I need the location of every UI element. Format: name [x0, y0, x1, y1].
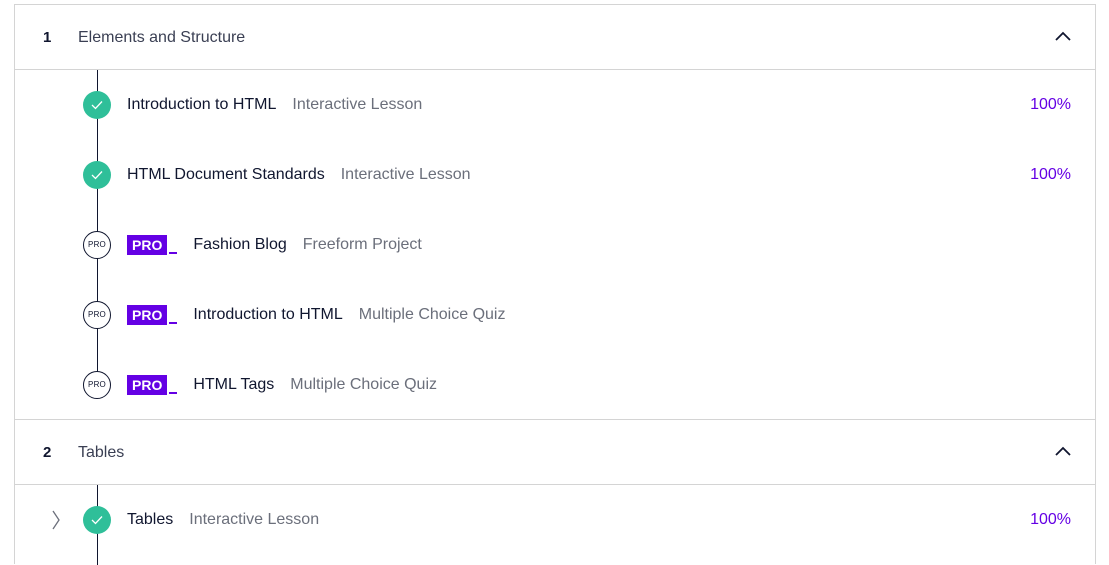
lesson-name[interactable]: Fashion Blog	[193, 236, 286, 254]
pro-badge-cursor	[169, 252, 178, 254]
lesson-name[interactable]: HTML Document Standards	[127, 166, 325, 184]
lesson-row[interactable]: PRO PRO Fashion Blog Freeform Project	[15, 210, 1095, 280]
module-title: Elements and Structure	[78, 29, 246, 46]
lesson-name[interactable]: HTML Tags	[193, 376, 274, 394]
lesson-type: Interactive Lesson	[189, 511, 320, 528]
lesson-type: Interactive Lesson	[340, 166, 471, 183]
pro-badge: PRO	[127, 375, 168, 395]
lesson-name[interactable]: Tables	[127, 511, 173, 529]
lesson-type: Freeform Project	[302, 236, 422, 253]
chevron-up-icon[interactable]	[1055, 445, 1071, 457]
complete-status	[83, 161, 111, 189]
lesson-row[interactable]: PRO PRO HTML Tags Multiple Choice Quiz	[15, 350, 1095, 420]
chevron-up-icon[interactable]	[1055, 30, 1071, 42]
lesson-row[interactable]: PRO PRO Introduction to HTML Multiple Ch…	[15, 280, 1095, 350]
pro-badge-cursor	[169, 322, 178, 324]
module-header-1[interactable]: 1 Elements and Structure	[15, 5, 1095, 70]
lesson-row[interactable]: HTML Document Standards Interactive Less…	[15, 140, 1095, 210]
module-header-2[interactable]: 2 Tables	[15, 420, 1095, 485]
pro-status: PRO	[83, 371, 111, 399]
module-title: Tables	[78, 444, 125, 461]
pro-status: PRO	[83, 231, 111, 259]
module-number: 2	[43, 444, 52, 461]
pro-status: PRO	[83, 301, 111, 329]
pro-badge: PRO	[127, 235, 168, 255]
pro-badge: PRO	[127, 305, 168, 325]
lesson-type: Interactive Lesson	[292, 96, 423, 113]
lesson-type: Multiple Choice Quiz	[290, 376, 437, 393]
complete-status	[83, 91, 111, 119]
checkmark-icon	[91, 101, 103, 110]
module-number: 1	[43, 29, 52, 46]
lesson-type: Multiple Choice Quiz	[358, 306, 506, 323]
lesson-name[interactable]: Introduction to HTML	[127, 96, 276, 114]
checkmark-icon	[91, 171, 103, 180]
complete-status	[83, 506, 111, 534]
lesson-row[interactable]: Introduction to HTML Interactive Lesson …	[15, 70, 1095, 140]
checkmark-icon	[91, 516, 103, 525]
progress-percent: 100%	[1030, 166, 1071, 183]
lesson-name[interactable]: Introduction to HTML	[193, 306, 342, 324]
pro-badge-cursor	[169, 392, 178, 394]
chevron-right-icon[interactable]	[51, 510, 61, 530]
syllabus-panel: 1 Elements and Structure Introduction to…	[14, 4, 1096, 565]
progress-percent: 100%	[1030, 96, 1071, 113]
